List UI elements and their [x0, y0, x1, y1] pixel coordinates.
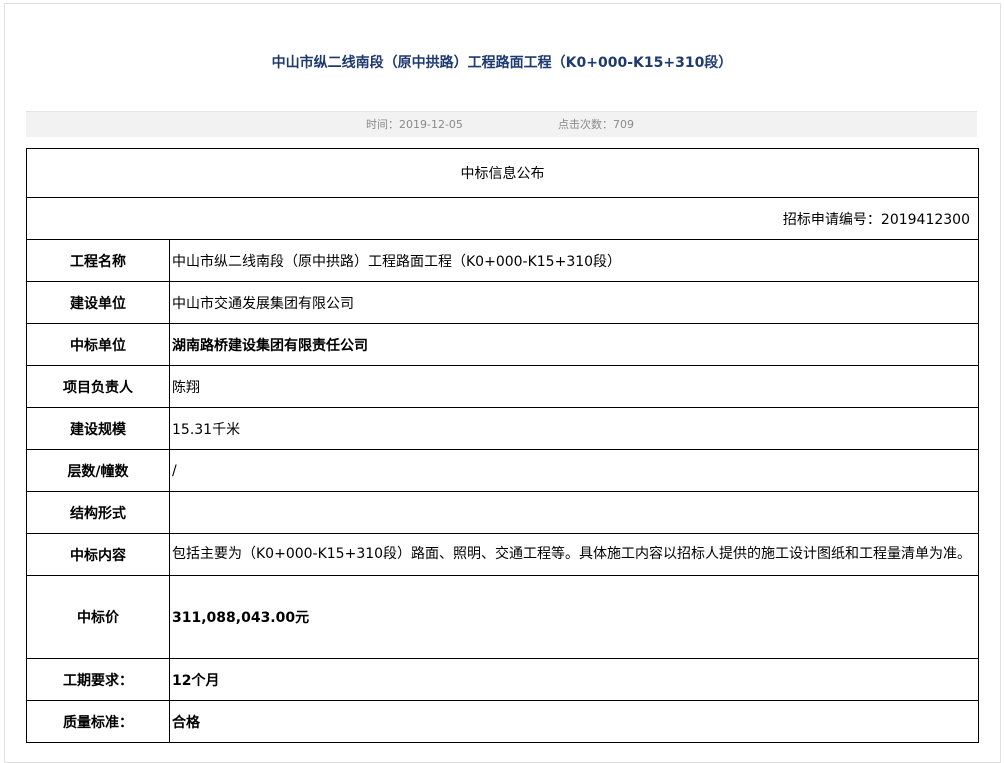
- row-value-quality: 合格: [169, 700, 979, 743]
- row-label-scope: 中标内容: [26, 533, 170, 576]
- article-title: 中山市纵二线南段（原中拱路）工程路面工程（K0+000-K15+310段）: [271, 55, 733, 71]
- table-row: 结构形式: [26, 491, 979, 534]
- row-label-project-name: 工程名称: [26, 239, 170, 282]
- row-label-project-manager: 项目负责人: [26, 365, 170, 408]
- row-value-floors: /: [169, 449, 979, 492]
- row-value-developer: 中山市交通发展集团有限公司: [169, 281, 979, 324]
- page: 中山市纵二线南段（原中拱路）工程路面工程（K0+000-K15+310段） 时间…: [0, 0, 1004, 763]
- row-value-project-name: 中山市纵二线南段（原中拱路）工程路面工程（K0+000-K15+310段）: [169, 239, 979, 282]
- application-number: 招标申请编号：2019412300: [26, 197, 979, 240]
- article-meta-bar: 时间：2019-12-05 点击次数：709: [26, 111, 977, 137]
- row-value-project-manager: 陈翔: [169, 365, 979, 408]
- row-value-duration: 12个月: [169, 658, 979, 701]
- row-value-scale: 15.31千米: [169, 407, 979, 450]
- row-label-developer: 建设单位: [26, 281, 170, 324]
- row-value-scope: 包括主要为（K0+000-K15+310段）路面、照明、交通工程等。具体施工内容…: [169, 533, 979, 576]
- table-row: 工期要求： 12个月: [26, 658, 979, 701]
- row-label-quality: 质量标准：: [26, 700, 170, 743]
- table-row: 建设规模 15.31千米: [26, 407, 979, 450]
- table-row: 建设单位 中山市交通发展集团有限公司: [26, 281, 979, 324]
- row-label-scale: 建设规模: [26, 407, 170, 450]
- row-value-winning-bidder: 湖南路桥建设集团有限责任公司: [169, 323, 979, 366]
- row-label-duration: 工期要求：: [26, 658, 170, 701]
- row-value-bid-price: 311,088,043.00元: [169, 575, 979, 659]
- click-count: 点击次数：709: [558, 118, 634, 131]
- bid-result-table: 中标信息公布 招标申请编号：2019412300 工程名称 中山市纵二线南段（原…: [26, 148, 979, 743]
- publish-time: 时间：2019-12-05: [366, 118, 463, 131]
- row-label-floors: 层数/幢数: [26, 449, 170, 492]
- table-row: 工程名称 中山市纵二线南段（原中拱路）工程路面工程（K0+000-K15+310…: [26, 239, 979, 282]
- row-label-winning-bidder: 中标单位: [26, 323, 170, 366]
- table-heading: 中标信息公布: [26, 148, 979, 198]
- table-row: 质量标准： 合格: [26, 700, 979, 743]
- table-row: 中标单位 湖南路桥建设集团有限责任公司: [26, 323, 979, 366]
- table-row: 层数/幢数 /: [26, 449, 979, 492]
- row-label-structure: 结构形式: [26, 491, 170, 534]
- row-value-structure: [169, 491, 979, 534]
- table-row: 项目负责人 陈翔: [26, 365, 979, 408]
- table-row: 中标内容 包括主要为（K0+000-K15+310段）路面、照明、交通工程等。具…: [26, 533, 979, 576]
- table-row: 中标价 311,088,043.00元: [26, 575, 979, 659]
- row-label-bid-price: 中标价: [26, 575, 170, 659]
